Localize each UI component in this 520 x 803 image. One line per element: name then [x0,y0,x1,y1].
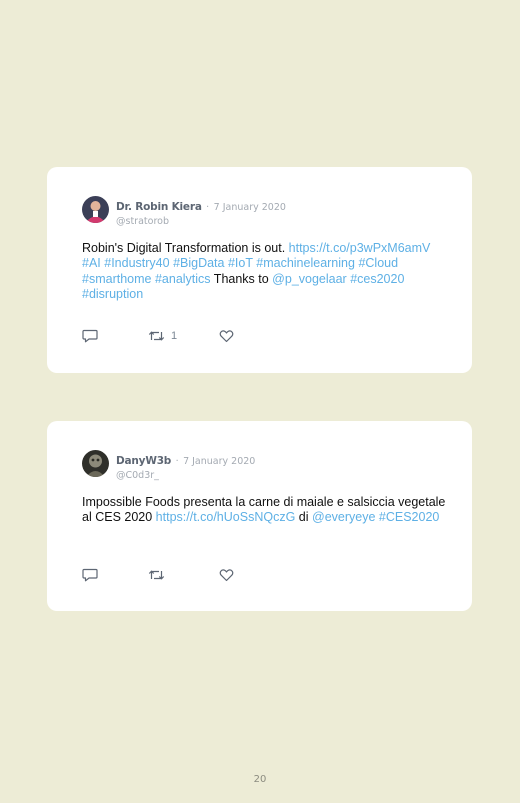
retweet-button[interactable]: 1 [148,328,177,344]
mention-link[interactable]: @p_vogelaar [272,272,347,286]
hashtag-link[interactable]: #Cloud [358,256,398,270]
avatar-image [82,196,109,223]
hashtag-link[interactable]: #IoT [228,256,253,270]
url-link[interactable]: https://t.co/p3wPxM6amV [289,241,431,255]
tweet-text-segment: di [295,510,312,525]
tweet-date[interactable]: 7 January 2020 [214,202,286,213]
tweet-card: DanyW3b · 7 January 2020 @C0d3r_ Impossi… [47,421,472,611]
hashtag-link[interactable]: #disruption [82,287,143,301]
hashtag-link[interactable]: #ces2020 [350,272,404,286]
retweet-count: 1 [171,330,178,342]
retweet-button[interactable] [148,567,171,583]
hashtag-link[interactable]: #BigData [173,256,224,270]
display-name[interactable]: DanyW3b [116,455,171,467]
retweet-icon [148,570,165,580]
tweet-text: Robin's Digital Transformation is out. h… [82,241,447,302]
tweet-actions [82,567,282,583]
tweet-text: Impossible Foods presenta la carne di ma… [82,495,447,526]
reply-button[interactable] [82,567,98,583]
user-handle[interactable]: @stratorob [116,216,286,227]
tweet-card: Dr. Robin Kiera · 7 January 2020 @strato… [47,167,472,373]
avatar[interactable] [82,450,109,477]
separator-dot: · [175,456,179,467]
like-icon [219,330,234,343]
url-link[interactable]: https://t.co/hUoSsNQczG [156,510,296,524]
hashtag-link[interactable]: #Industry40 [104,256,169,270]
like-icon [219,569,234,582]
tweet-actions: 1 [82,328,282,344]
tweet-text-segment: Robin's Digital Transformation is out. [82,241,289,255]
tweet-author: DanyW3b · 7 January 2020 @C0d3r_ [116,451,255,481]
separator-dot: · [206,202,210,213]
reply-icon [82,568,98,582]
like-button[interactable] [219,328,234,344]
reply-icon [82,329,98,343]
tweet-date[interactable]: 7 January 2020 [183,456,255,467]
retweet-icon [148,331,165,341]
hashtag-link[interactable]: #CES2020 [379,510,439,524]
page-number: 20 [253,774,267,785]
display-name[interactable]: Dr. Robin Kiera [116,201,202,213]
hashtag-link[interactable]: #AI [82,256,101,270]
avatar[interactable] [82,196,109,223]
mention-link[interactable]: @everyeye [312,510,375,524]
tweet-text-segment: Thanks to [210,271,273,286]
reply-button[interactable] [82,328,98,344]
hashtag-link[interactable]: #machinelearning [256,256,355,270]
user-handle[interactable]: @C0d3r_ [116,470,255,481]
tweet-author: Dr. Robin Kiera · 7 January 2020 @strato… [116,197,286,227]
like-button[interactable] [219,567,234,583]
hashtag-link[interactable]: #smarthome [82,272,151,286]
avatar-image [82,450,109,477]
hashtag-link[interactable]: #analytics [155,272,211,286]
